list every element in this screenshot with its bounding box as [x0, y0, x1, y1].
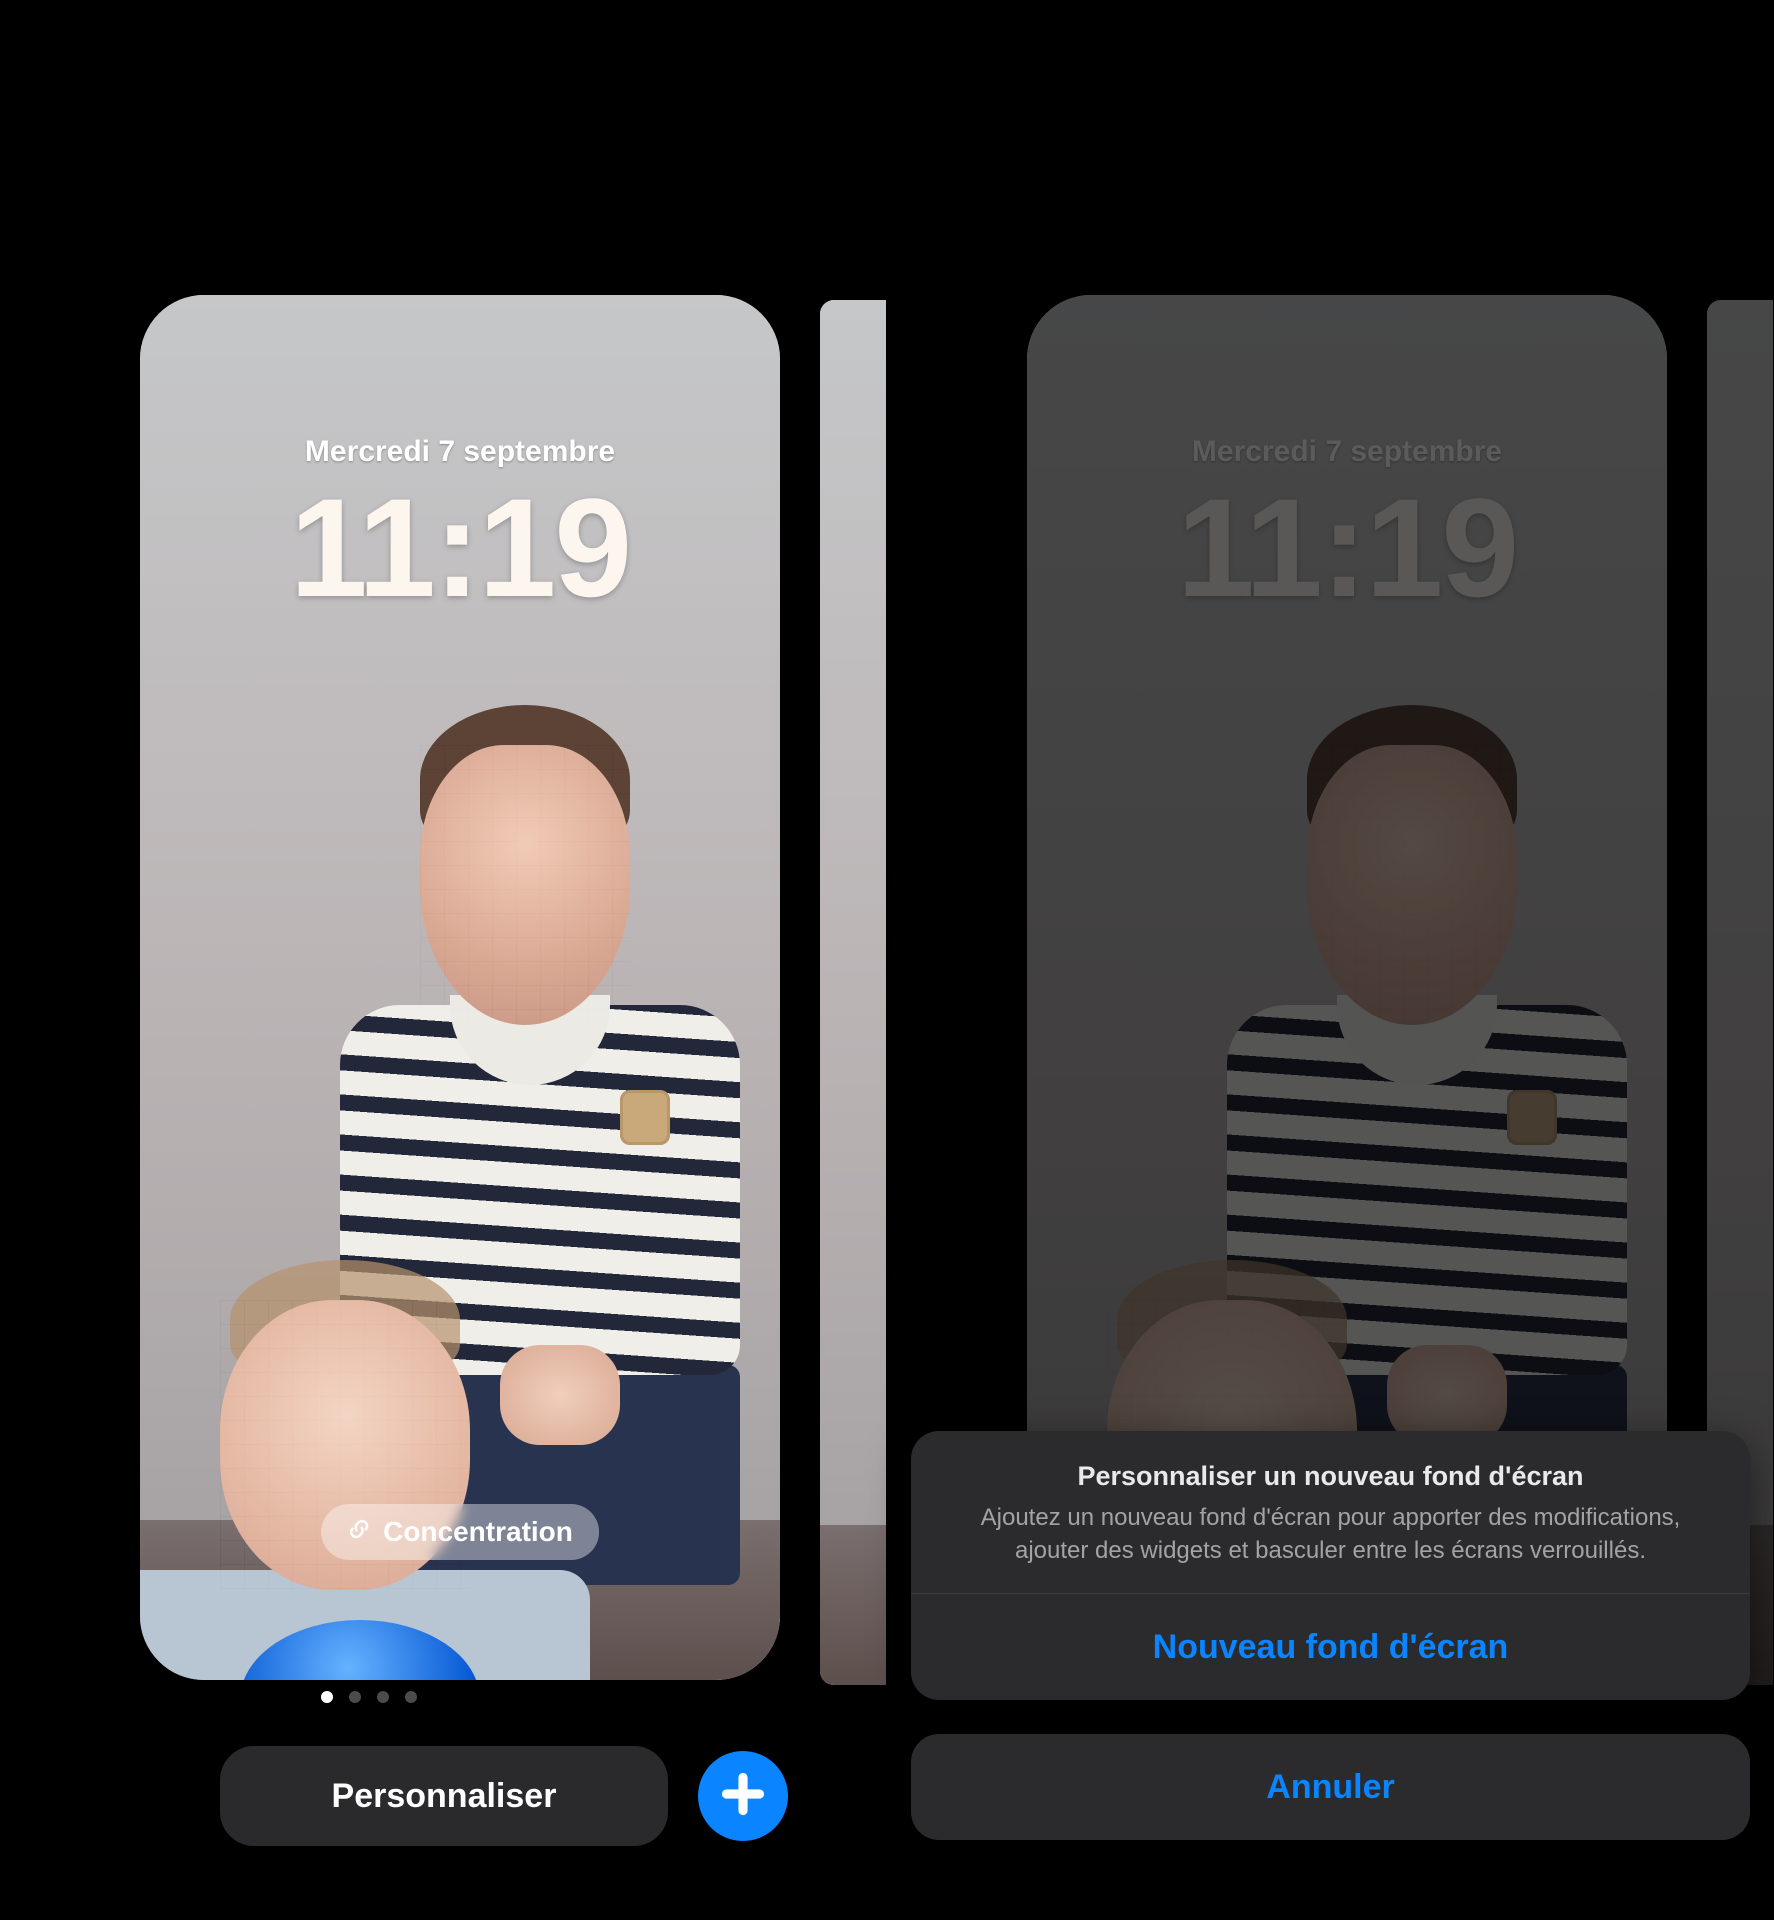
customize-button-label: Personnaliser — [332, 1777, 557, 1816]
action-sheet-description: Ajoutez un nouveau fond d'écran pour app… — [945, 1502, 1716, 1567]
customize-button[interactable]: Personnaliser — [220, 1746, 668, 1846]
cancel-button-label: Annuler — [1266, 1768, 1394, 1807]
action-sheet-header: Personnaliser un nouveau fond d'écran Aj… — [911, 1431, 1750, 1593]
page-dot — [321, 1691, 333, 1703]
wallpaper-gallery-view-with-sheet: Mercredi 7 septembre 11:19 Personnaliser… — [887, 0, 1774, 1920]
wallpaper-gallery-view: Mercredi 7 septembre 11:19 Concentration — [0, 0, 887, 1920]
action-sheet-title: Personnaliser un nouveau fond d'écran — [945, 1461, 1716, 1492]
page-dot — [349, 1691, 361, 1703]
new-wallpaper-button[interactable]: Nouveau fond d'écran — [911, 1594, 1750, 1700]
link-icon — [347, 1516, 371, 1548]
plus-icon — [721, 1763, 765, 1830]
action-sheet: Personnaliser un nouveau fond d'écran Aj… — [911, 1431, 1750, 1700]
page-dot — [405, 1691, 417, 1703]
lockscreen-date: Mercredi 7 septembre — [305, 435, 615, 469]
new-wallpaper-button-label: Nouveau fond d'écran — [1153, 1628, 1509, 1667]
focus-link-chip[interactable]: Concentration — [321, 1504, 599, 1560]
focus-link-label: Concentration — [383, 1516, 573, 1548]
page-indicator — [321, 1691, 417, 1703]
lockscreen-preview-next[interactable] — [820, 300, 886, 1685]
cancel-button[interactable]: Annuler — [911, 1734, 1750, 1840]
page-dot — [377, 1691, 389, 1703]
lockscreen-time: 11:19 — [290, 467, 630, 629]
lockscreen-preview[interactable]: Mercredi 7 septembre 11:19 Concentration — [140, 295, 780, 1680]
add-wallpaper-button[interactable] — [698, 1751, 788, 1841]
bottom-toolbar: Personnaliser — [220, 1740, 827, 1852]
action-sheet-cancel: Annuler — [911, 1734, 1750, 1840]
